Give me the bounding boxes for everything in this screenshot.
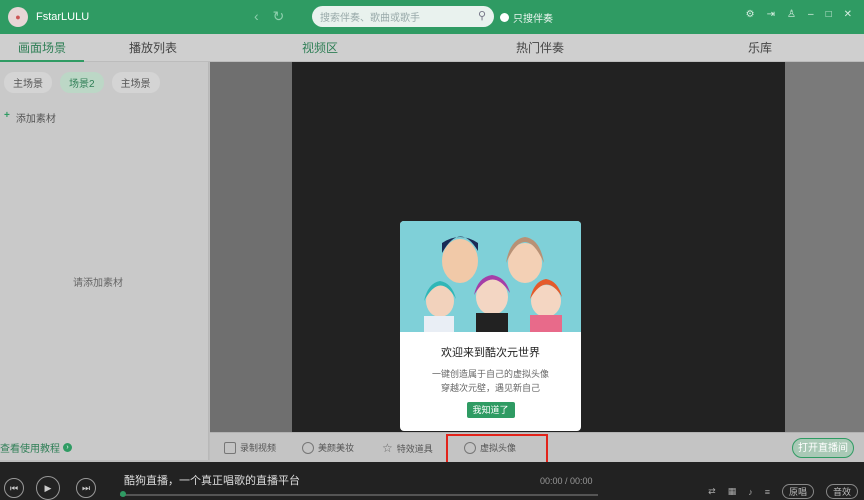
sound-effects-toggle[interactable]: 音效 <box>825 484 858 499</box>
refresh-icon[interactable]: ↻ <box>273 8 285 25</box>
tab-music-library[interactable]: 乐库 <box>730 34 790 62</box>
play-time: 00:00 / 00:00 <box>540 476 593 486</box>
app-name: FstarLULU <box>36 11 90 23</box>
player-controls-right: ⇄ ▦ ♪ ≡ 原唱 音效 <box>708 484 858 499</box>
only-accompaniment-label: 只搜伴奏 <box>513 14 553 25</box>
record-label: 录制视频 <box>240 443 277 453</box>
close-icon[interactable]: ✕ <box>844 9 852 20</box>
tab-playlist[interactable]: 播放列表 <box>108 34 198 62</box>
scene-tabs: 主场景 场景2 主场景 <box>4 72 160 93</box>
go-live-button[interactable]: 打开直播间 <box>792 438 854 458</box>
dialog-subtitle: 一键创造属于自己的虚拟头像 穿越次元壁，遇见新自己 <box>400 367 581 395</box>
plus-icon: + <box>4 110 10 121</box>
progress-bar[interactable] <box>120 491 598 497</box>
now-playing-title: 酷狗直播，一个真正唱歌的直播平台 <box>124 475 300 487</box>
minimize-icon[interactable]: – <box>808 9 814 20</box>
nav-arrows: ‹ ↻ <box>254 8 284 25</box>
tab-hot-accompaniment[interactable]: 热门伴奏 <box>500 34 580 62</box>
dialog-title: 欢迎来到酷次元世界 <box>441 347 540 359</box>
scene-panel: 主场景 场景2 主场景 + 添加素材 请添加素材 查看使用教程 › <box>0 62 209 460</box>
scene-main[interactable]: 主场景 <box>4 72 52 93</box>
add-material-button[interactable]: + 添加素材 <box>4 110 56 125</box>
tab-video-area[interactable]: 视频区 <box>290 34 350 62</box>
tab-scenes[interactable]: 画面场景 <box>0 34 84 62</box>
stage-margin-left <box>210 62 292 432</box>
scene-main-2[interactable]: 主场景 <box>111 72 160 93</box>
avatar-intro-dialog: 欢迎来到酷次元世界 一键创造属于自己的虚拟头像 穿越次元壁，遇见新自己 我知道了 <box>400 221 581 431</box>
volume-icon[interactable]: ♪ <box>748 487 753 497</box>
back-icon[interactable]: ‹ <box>254 8 259 25</box>
add-material-label: 添加素材 <box>15 114 56 125</box>
original-toggle[interactable]: 原唱 <box>781 484 814 499</box>
player-bar: ⏮ ▶ ⏭ 酷狗直播，一个真正唱歌的直播平台 00:00 / 00:00 ⇄ ▦… <box>0 462 864 500</box>
beauty-icon <box>302 441 314 454</box>
effects-label: 特效道具 <box>396 443 433 454</box>
avatar-illustration <box>400 221 581 332</box>
beauty-button[interactable]: 美颜美妆 <box>302 441 354 454</box>
search-icon[interactable]: ⚲ <box>478 9 486 22</box>
tab-strip: 画面场景 播放列表 视频区 热门伴奏 乐库 <box>0 34 864 62</box>
search-input[interactable]: 搜索伴奏、歌曲或歌手 ⚲ <box>312 6 494 27</box>
record-icon <box>224 441 236 454</box>
shirt-icon[interactable]: ♙ <box>787 9 796 20</box>
progress-knob[interactable] <box>120 491 126 497</box>
stage-margin-right <box>785 62 864 432</box>
loop-icon[interactable]: ⇄ <box>708 486 716 497</box>
arrow-right-icon: › <box>63 443 72 452</box>
tutorial-label: 查看使用教程 <box>0 444 60 455</box>
effects-button[interactable]: ☆ 特效道具 <box>382 441 433 455</box>
user-avatar[interactable]: ● <box>8 7 28 27</box>
title-bar: ● FstarLULU ‹ ↻ 搜索伴奏、歌曲或歌手 ⚲ 只搜伴奏 ⚙ ⇥ ♙ … <box>0 0 864 34</box>
record-video-button[interactable]: 录制视频 <box>224 441 276 454</box>
prev-icon[interactable]: ⏮ <box>4 478 24 498</box>
radio-icon[interactable] <box>500 13 509 22</box>
window-controls: ⚙ ⇥ ♙ – □ ✕ <box>746 9 852 20</box>
search-placeholder: 搜索伴奏、歌曲或歌手 <box>320 13 420 24</box>
got-it-button[interactable]: 我知道了 <box>466 402 515 418</box>
play-icon[interactable]: ▶ <box>36 476 60 500</box>
beauty-label: 美颜美妆 <box>318 443 355 453</box>
maximize-icon[interactable]: □ <box>826 9 832 20</box>
lyrics-icon[interactable]: ▦ <box>728 486 737 497</box>
dialog-line-2: 穿越次元壁，遇见新自己 <box>440 383 540 393</box>
star-icon: ☆ <box>382 441 393 455</box>
login-icon[interactable]: ⇥ <box>767 9 775 20</box>
scene-2[interactable]: 场景2 <box>60 72 104 93</box>
tutorial-link[interactable]: 查看使用教程 › <box>0 440 72 455</box>
dialog-line-1: 一键创造属于自己的虚拟头像 <box>431 369 549 379</box>
only-accompaniment-toggle[interactable]: 只搜伴奏 <box>500 10 553 25</box>
next-icon[interactable]: ⏭ <box>76 478 96 498</box>
empty-hint: 请添加素材 <box>73 278 123 289</box>
equalizer-icon[interactable]: ≡ <box>765 487 770 497</box>
highlight-box <box>446 434 548 465</box>
gear-icon[interactable]: ⚙ <box>746 9 755 20</box>
